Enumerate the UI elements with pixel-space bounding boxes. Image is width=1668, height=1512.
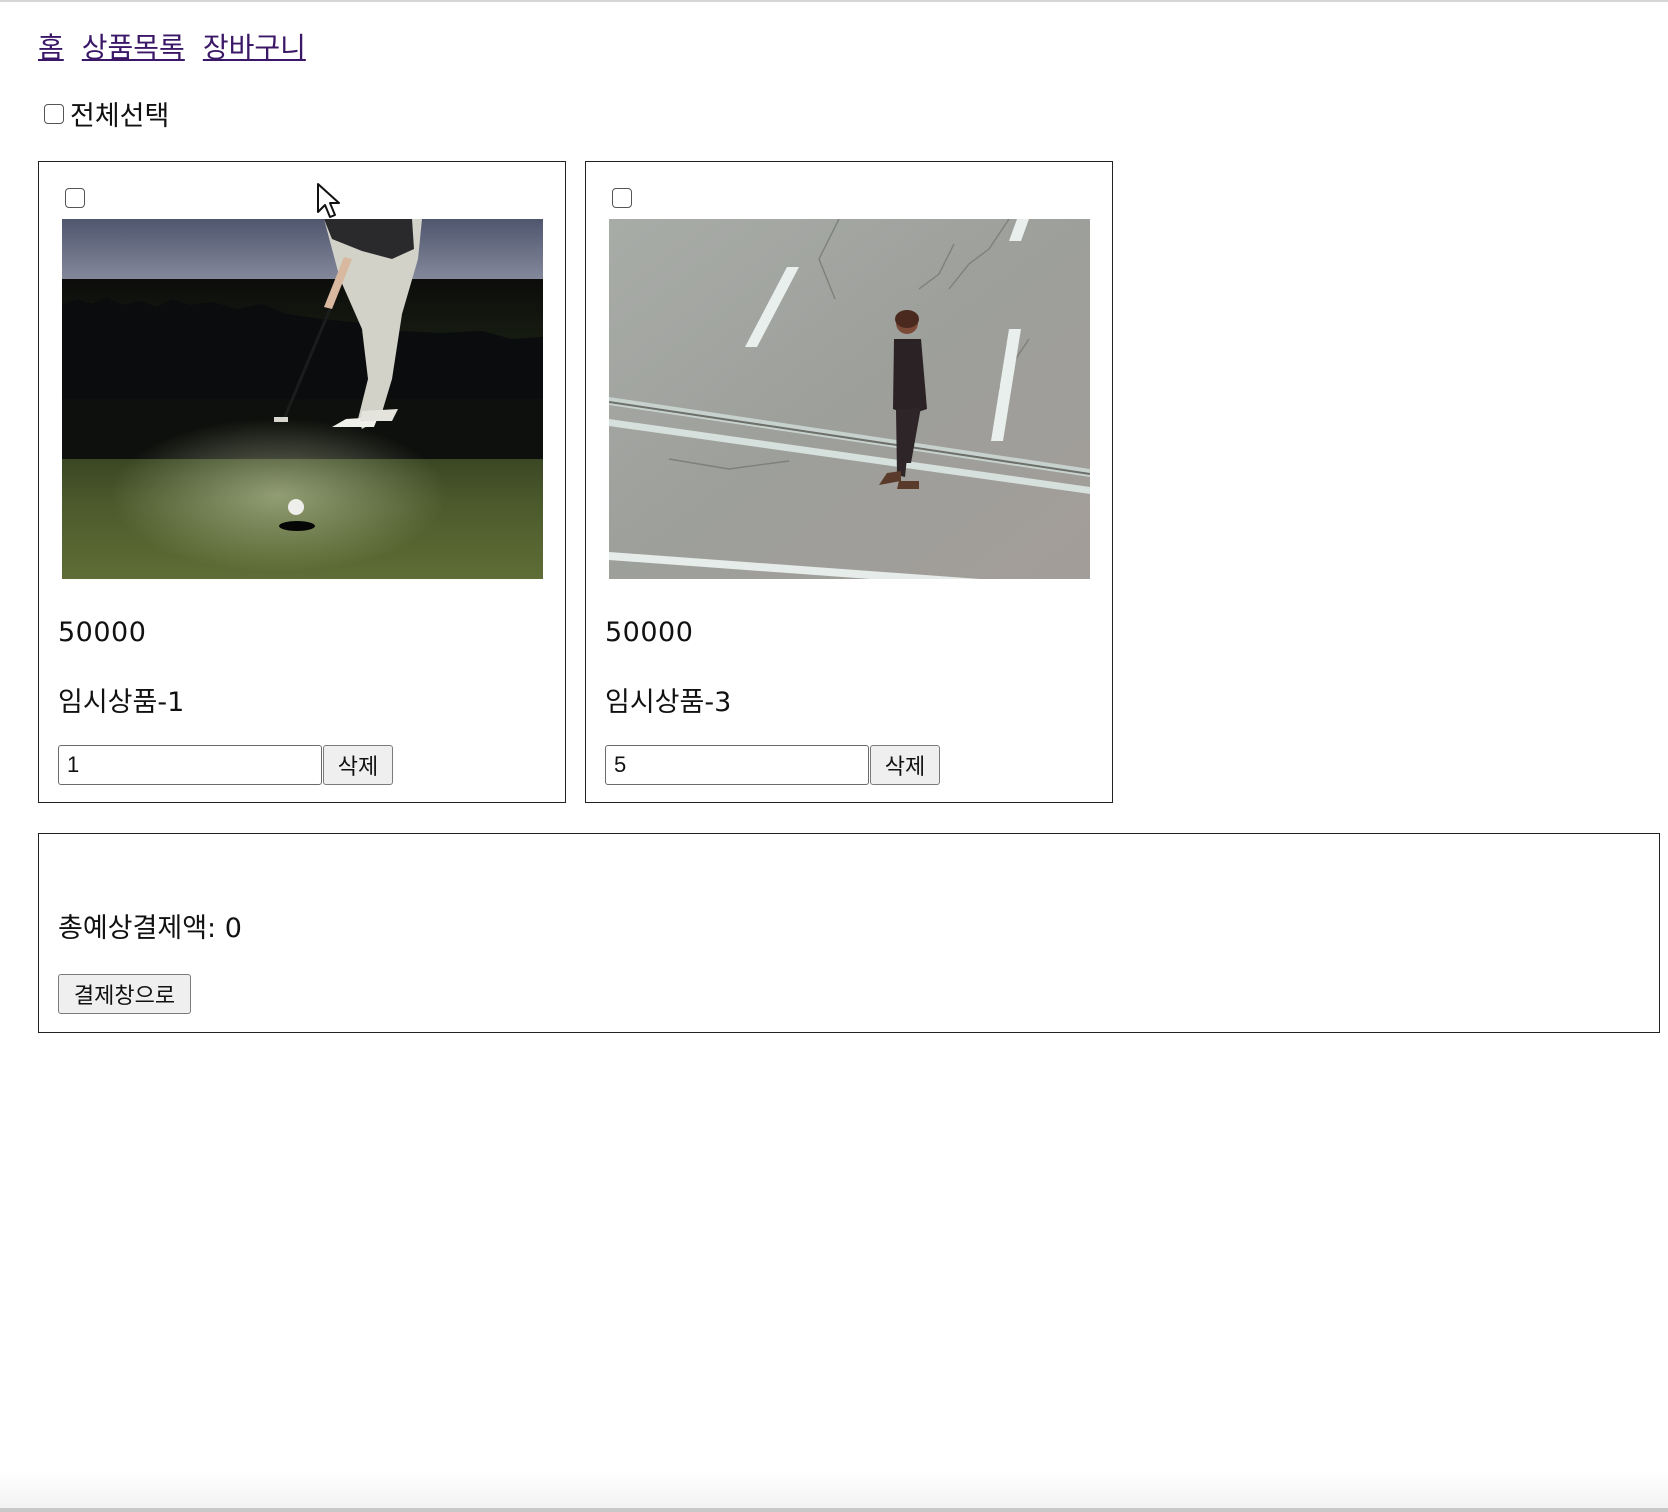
select-all-label: 전체선택 [70,101,170,132]
top-nav: 홈 상품목록 장바구니 [38,26,306,66]
order-summary: 총예상결제액: 0 결제창으로 [38,833,1660,1033]
nav-link-products[interactable]: 상품목록 [82,26,185,66]
delete-button[interactable]: 삭제 [870,745,940,785]
cart-item-card: 50000 임시상품-1 삭제 [38,161,566,803]
delete-button[interactable]: 삭제 [323,745,393,785]
product-image-walking-man [609,219,1090,579]
mouse-pointer-icon [317,183,340,218]
cart-item-card: 50000 임시상품-3 삭제 [585,161,1113,803]
checkout-button[interactable]: 결제창으로 [58,974,191,1014]
total-price-label: 총예상결제액: 0 [58,913,242,944]
quantity-input[interactable] [605,745,869,785]
bottom-fade [0,1470,1668,1512]
quantity-input[interactable] [58,745,322,785]
item-name: 임시상품-1 [58,687,185,718]
item-price: 50000 [58,617,147,648]
item-checkbox[interactable] [65,188,85,208]
nav-link-home[interactable]: 홈 [38,26,64,66]
product-image-golf [62,219,543,579]
item-name: 임시상품-3 [605,687,732,718]
select-all-checkbox[interactable] [44,103,64,124]
item-checkbox[interactable] [612,188,632,208]
select-all: 전체선택 [44,94,169,133]
top-rule [0,0,1668,2]
bottom-rule [0,1508,1668,1512]
item-price: 50000 [605,617,694,648]
nav-link-cart[interactable]: 장바구니 [203,26,306,66]
